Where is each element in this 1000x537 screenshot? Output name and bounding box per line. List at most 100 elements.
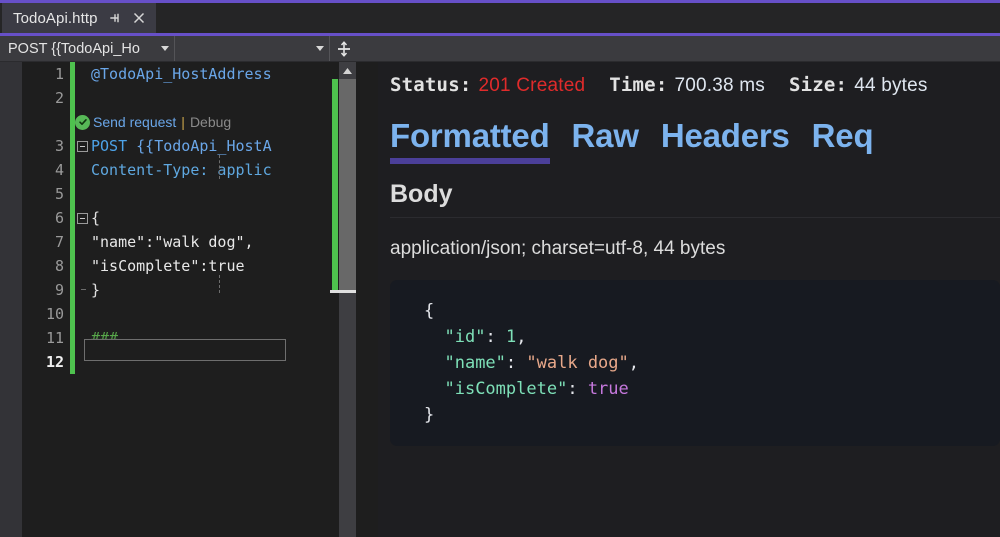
split-view-icon[interactable]: [330, 36, 358, 61]
indent-guide: [219, 275, 220, 293]
line-number: 3: [22, 137, 70, 155]
inline-input-box[interactable]: [84, 339, 286, 361]
size-value: 44 bytes: [854, 75, 927, 97]
json-colon: :: [506, 353, 516, 373]
change-bar: [70, 86, 75, 110]
code-text: "name":"walk dog",: [89, 233, 254, 251]
tab-formatted[interactable]: Formatted: [390, 117, 550, 164]
response-json-body: { "id": 1, "name": "walk dog", "isComple…: [390, 280, 1000, 446]
navigation-bar-member-value: POST {{TodoApi_Ho: [8, 41, 140, 57]
codelens-row: Send request | Debug: [22, 110, 370, 134]
change-bar: [70, 230, 75, 254]
size-label: Size:: [789, 74, 847, 96]
change-bar: [70, 302, 75, 326]
json-open-brace: {: [424, 301, 434, 321]
json-colon: :: [485, 327, 495, 347]
code-line-10: 10: [22, 302, 370, 326]
document-tab-todoapi-http[interactable]: TodoApi.http: [2, 3, 156, 33]
vs-http-editor-window: TodoApi.http POST {{TodoApi_Ho: [0, 0, 1000, 537]
scrollbar-position-marker: [330, 290, 357, 293]
editor-indicator-margin: [0, 62, 22, 537]
line-number: 1: [22, 65, 70, 83]
json-comma: ,: [516, 327, 526, 347]
tab-raw[interactable]: Raw: [572, 117, 639, 164]
change-bar: [70, 158, 75, 182]
send-request-link[interactable]: Send request: [93, 114, 176, 130]
scrollbar-change-marker: [332, 79, 338, 293]
code-line-6: 6 {: [22, 206, 370, 230]
scroll-up-arrow-icon[interactable]: [339, 62, 356, 79]
status-label: Status:: [390, 74, 471, 96]
json-value-iscomplete: true: [588, 379, 629, 399]
line-number: 4: [22, 161, 70, 179]
close-icon[interactable]: [132, 11, 146, 25]
editor-vertical-scrollbar[interactable]: [339, 62, 356, 537]
json-key-name: "name": [444, 353, 505, 373]
code-text: {: [89, 209, 100, 227]
json-colon: :: [567, 379, 577, 399]
document-tab-title: TodoApi.http: [13, 10, 98, 27]
navigation-bar-member-dropdown[interactable]: POST {{TodoApi_Ho: [0, 36, 175, 61]
json-key-iscomplete: "isComplete": [444, 379, 567, 399]
debug-link[interactable]: Debug: [190, 114, 231, 130]
change-bar: [70, 326, 75, 350]
change-bar: [70, 278, 75, 302]
code-text: @TodoApi_HostAddress: [89, 65, 272, 83]
line-number: 2: [22, 89, 70, 107]
json-comma: ,: [629, 353, 639, 373]
line-number: 9: [22, 281, 70, 299]
codelens-separator: |: [181, 114, 185, 130]
document-tab-strip: TodoApi.http: [0, 0, 1000, 36]
tab-headers[interactable]: Headers: [661, 117, 790, 164]
editor-code-lines: 1 @TodoApi_HostAddress 2: [22, 62, 370, 374]
line-number: 10: [22, 305, 70, 323]
body-section-heading: Body: [390, 180, 1000, 217]
tab-strip-accent-line: [0, 33, 1000, 36]
pane-divider[interactable]: [370, 62, 378, 537]
line-number: 7: [22, 233, 70, 251]
tab-request[interactable]: Req: [812, 117, 874, 164]
chevron-down-icon: [316, 46, 324, 51]
change-bar: [70, 350, 75, 374]
line-number: 6: [22, 209, 70, 227]
response-content-type: application/json; charset=utf-8, 44 byte…: [390, 238, 1000, 260]
json-close-brace: }: [424, 405, 434, 425]
main-split-container: 1 @TodoApi_HostAddress 2: [0, 62, 1000, 537]
http-response-pane: Status: 201 Created Time: 700.38 ms Size…: [378, 62, 1000, 537]
outline-gutter[interactable]: [75, 213, 89, 224]
chevron-down-icon: [161, 46, 169, 51]
code-line-2: 2: [22, 86, 370, 110]
line-number: 8: [22, 257, 70, 275]
change-bar: [70, 62, 75, 86]
code-line-1: 1 @TodoApi_HostAddress: [22, 62, 370, 86]
time-value: 700.38 ms: [674, 75, 765, 97]
json-value-id: 1: [506, 327, 516, 347]
outline-gutter[interactable]: [75, 141, 89, 152]
line-number: 5: [22, 185, 70, 203]
pin-icon[interactable]: [108, 11, 122, 25]
section-divider: [390, 217, 1000, 218]
editor-text-area[interactable]: 1 @TodoApi_HostAddress 2: [22, 62, 370, 537]
checkmark-circle-icon: [75, 115, 90, 130]
http-file-editor[interactable]: 1 @TodoApi_HostAddress 2: [0, 62, 370, 537]
json-key-id: "id": [444, 327, 485, 347]
collapse-region-icon[interactable]: [77, 141, 88, 152]
line-number-current: 12: [22, 353, 70, 371]
change-bar: [70, 254, 75, 278]
scrollbar-thumb[interactable]: [339, 79, 356, 293]
editor-navigation-toolbar: POST {{TodoApi_Ho: [0, 36, 1000, 62]
editor-right-gap: [356, 62, 370, 537]
code-line-5: 5: [22, 182, 370, 206]
code-line-7: 7 "name":"walk dog",: [22, 230, 370, 254]
json-value-name: "walk dog": [526, 353, 628, 373]
line-number: 11: [22, 329, 70, 347]
status-value: 201 Created: [478, 75, 585, 97]
indent-guide: [219, 155, 220, 179]
collapse-region-icon[interactable]: [77, 213, 88, 224]
codelens-actions: Send request | Debug: [75, 114, 231, 130]
navigation-bar-secondary-dropdown[interactable]: [175, 36, 330, 61]
response-tab-bar: Formatted Raw Headers Req: [390, 117, 1000, 164]
change-bar: [70, 182, 75, 206]
response-status-line: Status: 201 Created Time: 700.38 ms Size…: [390, 74, 1000, 97]
time-label: Time:: [609, 74, 667, 96]
